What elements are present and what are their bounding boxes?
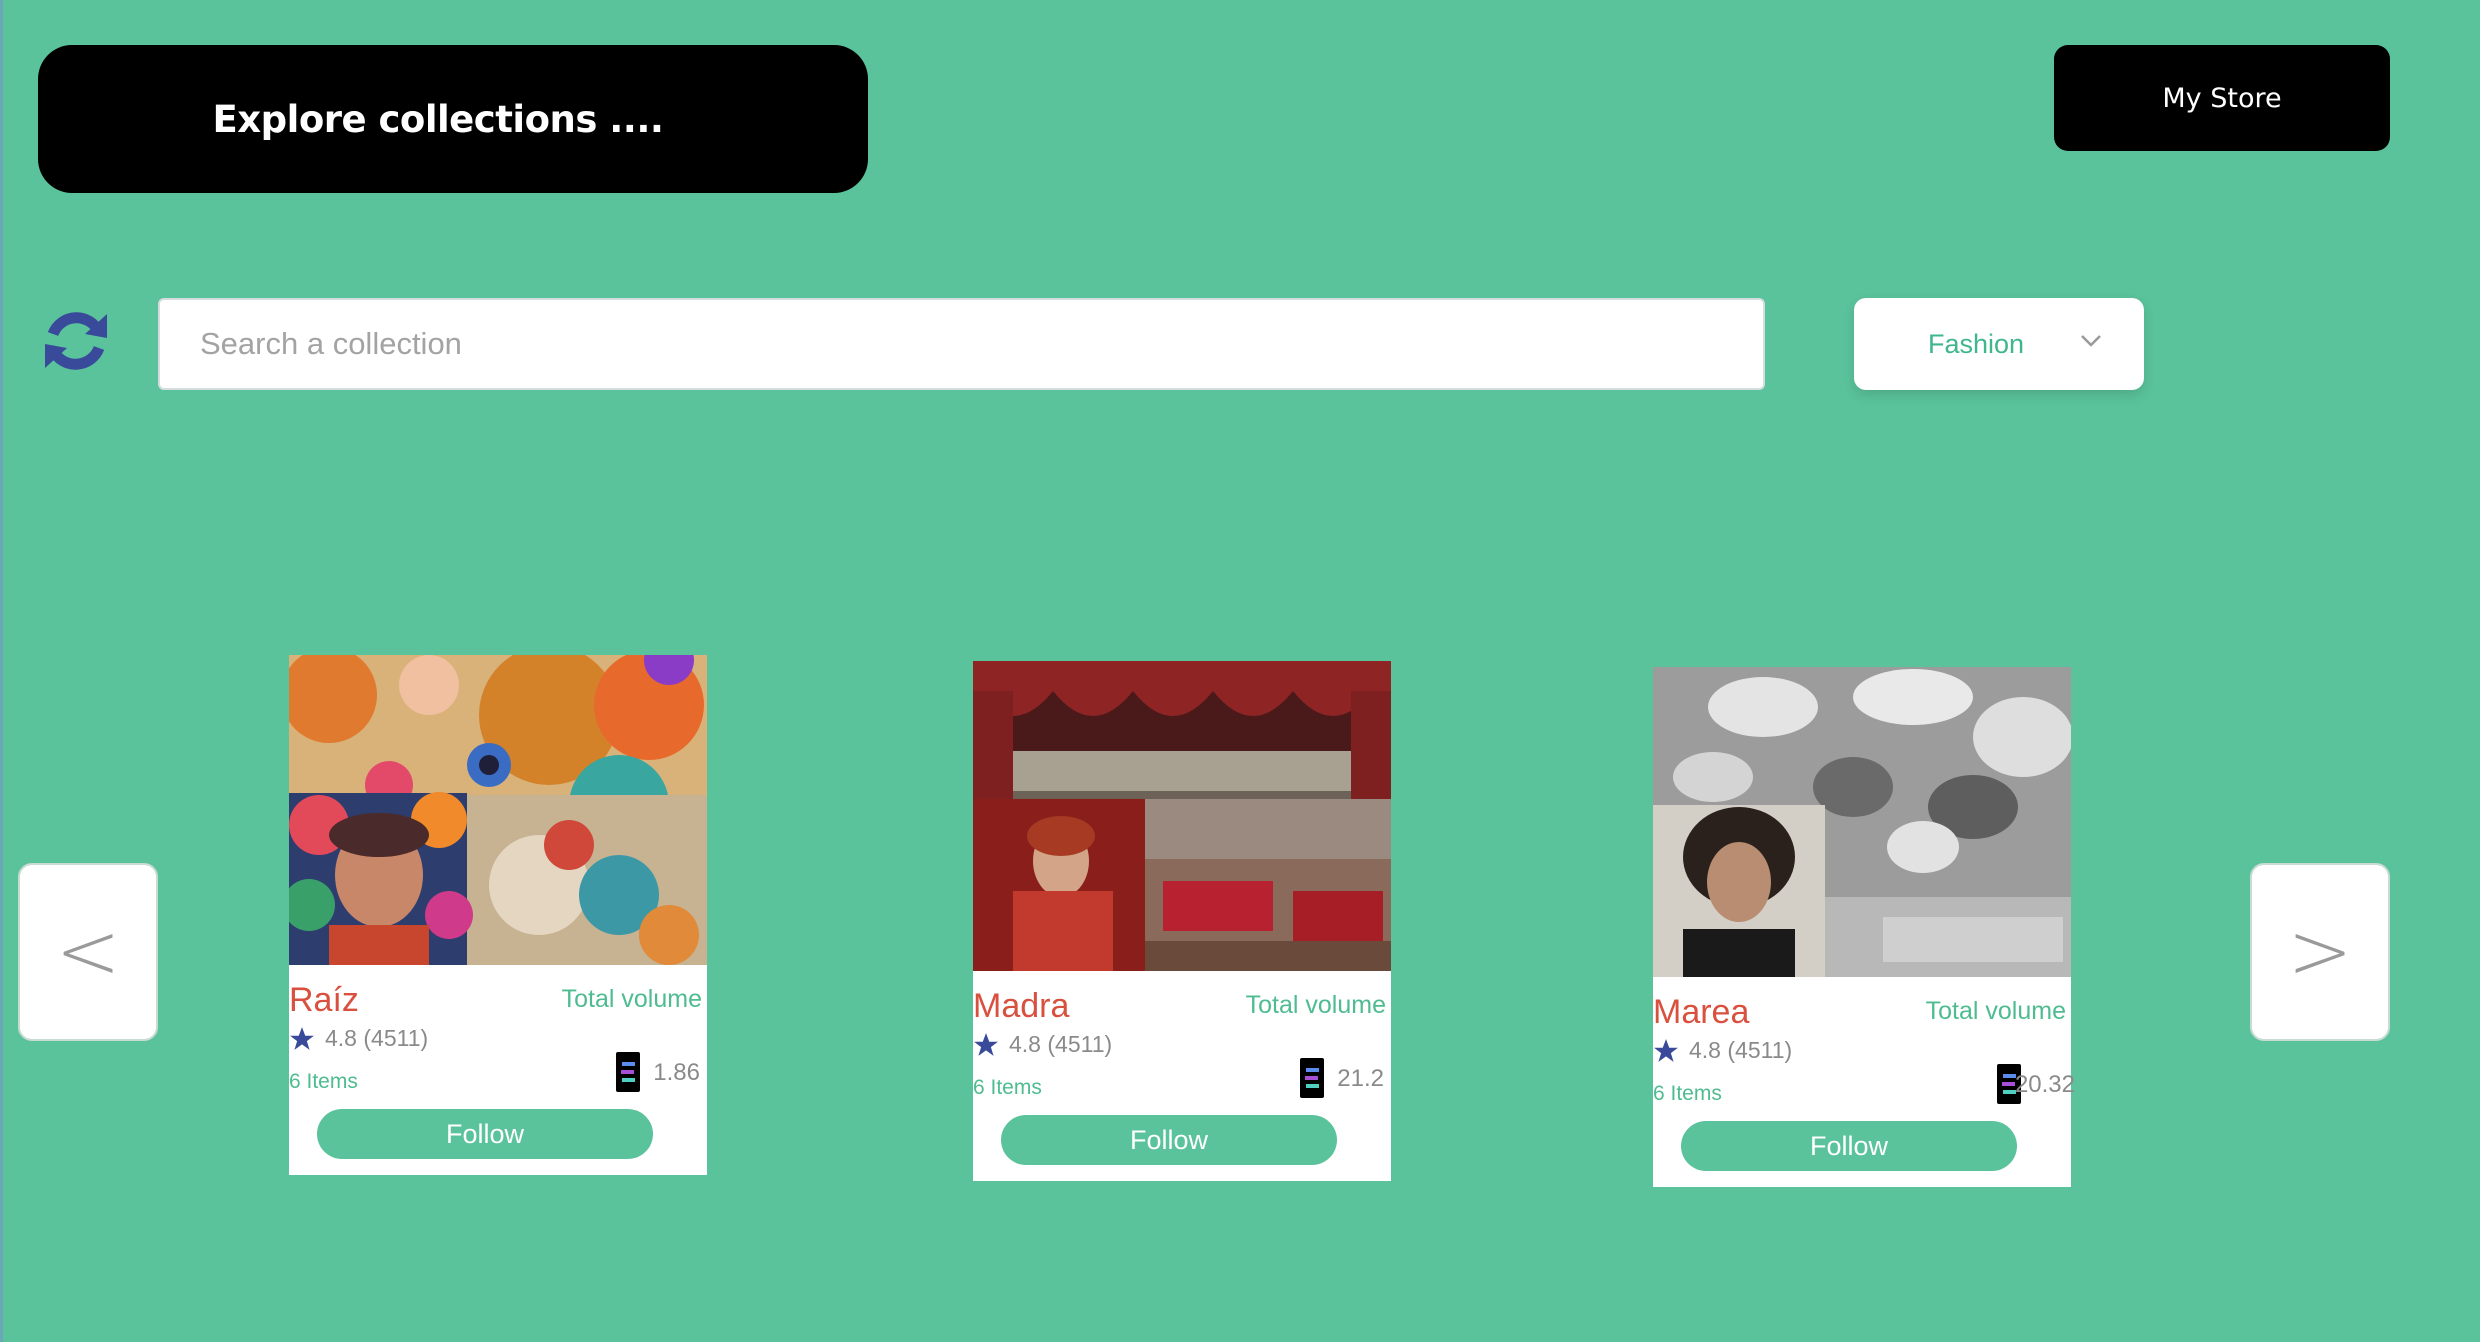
collection-name[interactable]: Raíz — [289, 981, 359, 1020]
category-selected-label: Fashion — [1928, 328, 2025, 359]
star-icon — [290, 1026, 314, 1050]
total-volume-value: 20.32 — [2014, 1071, 2075, 1098]
total-volume-label: Total volume — [561, 985, 702, 1013]
explore-title: Explore collections .... — [38, 45, 868, 193]
rating-text: 4.8 (4511) — [1689, 1037, 1793, 1063]
total-volume-value: 21.2 — [1337, 1065, 1384, 1092]
page-title: Explore collections .... — [212, 97, 664, 141]
follow-button[interactable]: Follow — [1681, 1121, 2017, 1171]
my-store-button[interactable]: My Store — [2054, 45, 2390, 151]
items-count: 6 Items — [289, 1070, 358, 1093]
rating-text: 4.8 (4511) — [325, 1025, 429, 1051]
category-select[interactable]: Fashion — [1854, 298, 2144, 390]
next-arrow-icon: > — [2287, 907, 2353, 997]
collection-name[interactable]: Madra — [973, 987, 1069, 1026]
follow-button[interactable]: Follow — [1001, 1115, 1337, 1165]
collection-rating: 4.8 (4511) — [973, 1031, 1112, 1058]
collection-collage-image — [973, 661, 1391, 971]
refresh-icon[interactable] — [39, 304, 113, 378]
collection-rating: 4.8 (4511) — [289, 1025, 428, 1052]
star-icon — [1654, 1038, 1678, 1062]
total-volume-label: Total volume — [1925, 997, 2066, 1025]
collection-card[interactable]: Raíz Total volume 4.8 (4511) 6 Items 1.8… — [289, 655, 707, 1175]
my-store-label: My Store — [2162, 82, 2282, 114]
items-count: 6 Items — [973, 1076, 1042, 1099]
total-volume-value: 1.86 — [653, 1059, 700, 1086]
carousel-next-button[interactable]: > — [2250, 863, 2390, 1041]
token-icon — [1300, 1058, 1324, 1098]
rating-text: 4.8 (4511) — [1009, 1031, 1113, 1057]
chevron-down-icon — [2081, 335, 2101, 347]
carousel-prev-button[interactable]: < — [18, 863, 158, 1041]
items-count: 6 Items — [1653, 1082, 1722, 1105]
collection-collage-image — [1653, 667, 2071, 977]
follow-button[interactable]: Follow — [317, 1109, 653, 1159]
collection-collage-image — [289, 655, 707, 965]
collection-name[interactable]: Marea — [1653, 993, 1749, 1032]
token-icon — [616, 1052, 640, 1092]
prev-arrow-icon: < — [55, 907, 121, 997]
collection-card[interactable]: Marea Total volume 4.8 (4511) 6 Items 20… — [1653, 667, 2075, 1187]
collection-card[interactable]: Madra Total volume 4.8 (4511) 6 Items 21… — [973, 661, 1391, 1181]
star-icon — [974, 1032, 998, 1056]
total-volume-label: Total volume — [1245, 991, 1386, 1019]
search-input[interactable] — [158, 298, 1765, 390]
collection-rating: 4.8 (4511) — [1653, 1037, 1792, 1064]
